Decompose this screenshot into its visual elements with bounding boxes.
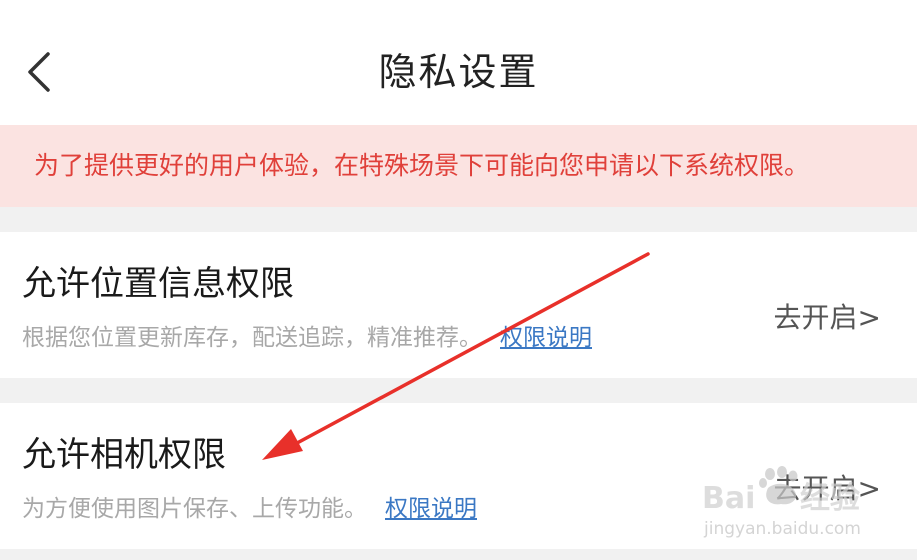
- top-bar: 隐私设置: [0, 0, 917, 125]
- location-permission-info-link[interactable]: 权限说明: [500, 325, 592, 351]
- location-permission-desc-text: 根据您位置更新库存，配送追踪，精准推荐。: [22, 325, 482, 351]
- notice-text: 为了提供更好的用户体验，在特殊场景下可能向您申请以下系统权限。: [34, 151, 810, 180]
- location-permission-description: 根据您位置更新库存，配送追踪，精准推荐。 权限说明: [22, 320, 592, 356]
- location-permission-title: 允许位置信息权限: [22, 264, 294, 304]
- permission-notice-banner: 为了提供更好的用户体验，在特殊场景下可能向您申请以下系统权限。: [0, 125, 917, 207]
- camera-permission-info-link[interactable]: 权限说明: [385, 496, 477, 522]
- camera-permission-description: 为方便使用图片保存、上传功能。 权限说明: [22, 491, 477, 527]
- privacy-settings-screen: 隐私设置 为了提供更好的用户体验，在特殊场景下可能向您申请以下系统权限。 允许位…: [0, 0, 917, 560]
- camera-permission-title: 允许相机权限: [22, 435, 226, 475]
- camera-permission-item[interactable]: 允许相机权限 为方便使用图片保存、上传功能。 权限说明 去开启>: [0, 403, 917, 549]
- page-title: 隐私设置: [378, 50, 539, 94]
- camera-permission-desc-text: 为方便使用图片保存、上传功能。: [22, 496, 367, 522]
- location-permission-enable-button[interactable]: 去开启>: [774, 298, 881, 338]
- location-permission-item[interactable]: 允许位置信息权限 根据您位置更新库存，配送追踪，精准推荐。 权限说明 去开启>: [0, 232, 917, 378]
- camera-permission-enable-button[interactable]: 去开启>: [774, 469, 881, 509]
